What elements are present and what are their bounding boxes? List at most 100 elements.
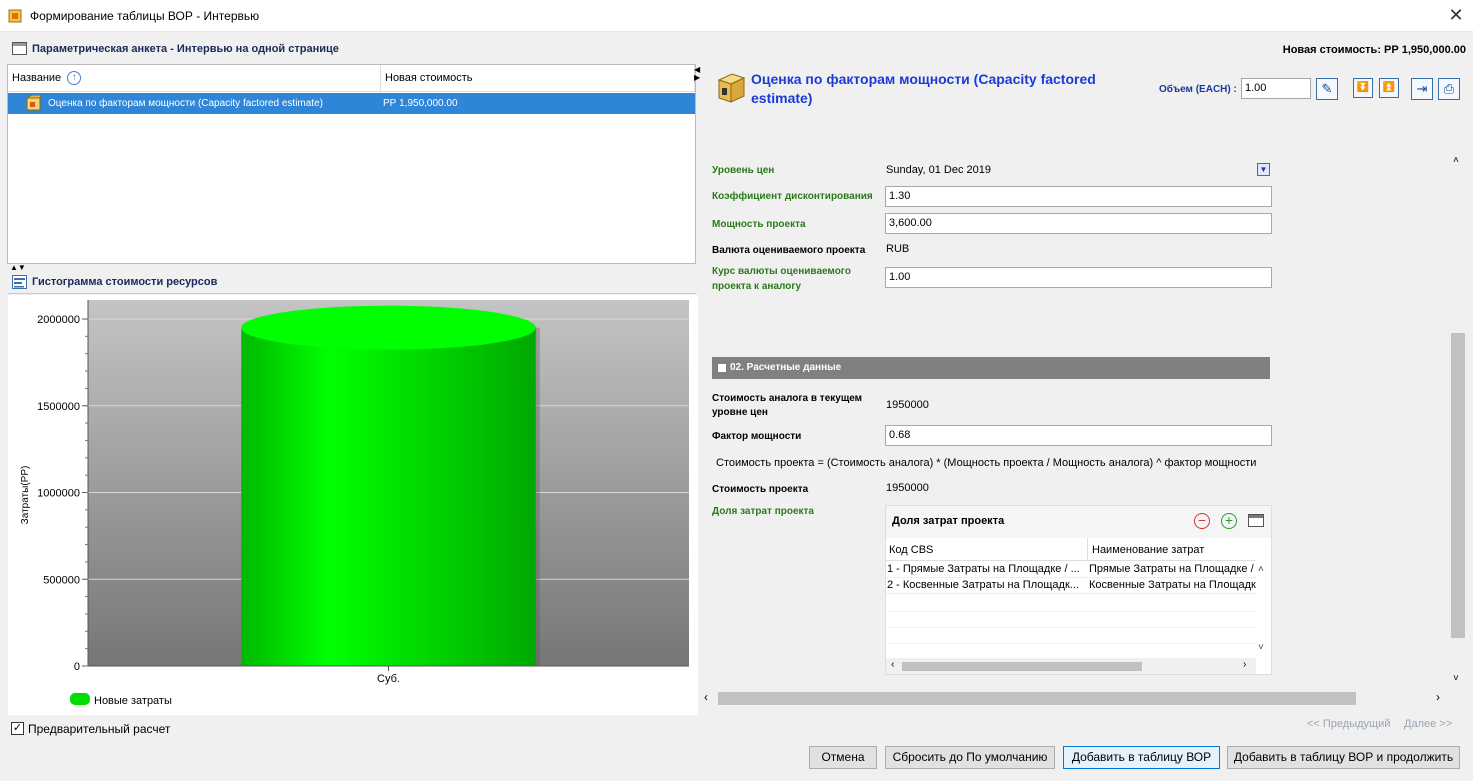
y-tick-label: 1000000 bbox=[37, 488, 80, 500]
form-icon bbox=[12, 42, 27, 55]
new-cost-total: Новая стоимость: РР 1,950,000.00 bbox=[1282, 44, 1466, 56]
grid-title: Доля затрат проекта bbox=[892, 515, 1005, 527]
cost-histogram: 0 500000 1000000 1500000 2000000 Суб. Затраты… bbox=[8, 295, 698, 715]
legend-label: Новые затраты bbox=[94, 695, 172, 707]
discount-label[interactable]: Коэффициент дисконтирования bbox=[712, 191, 873, 202]
print-icon[interactable]: ⎙ bbox=[1438, 78, 1460, 100]
questionnaire-header: Параметрическая анкета - Интервью на одн… bbox=[8, 38, 1466, 62]
add-to-bor-button[interactable]: Добавить в таблицу ВОР bbox=[1063, 746, 1220, 769]
histogram-chart: 0 500000 1000000 1500000 2000000 Суб. Затраты… bbox=[20, 300, 689, 707]
grid-col-name[interactable]: Наименование затрат bbox=[1092, 544, 1204, 556]
y-tick-label: 500000 bbox=[43, 574, 80, 586]
bar-cylinder bbox=[241, 305, 540, 666]
scroll-up-icon[interactable]: ˄ bbox=[1453, 155, 1459, 166]
rate-input[interactable]: 1.00 bbox=[885, 267, 1272, 288]
remove-row-icon[interactable]: − bbox=[1194, 513, 1210, 529]
cost-share-grid: Доля затрат проекта − + Код CBS Наименов… bbox=[885, 505, 1272, 675]
price-level-label[interactable]: Уровень цен bbox=[712, 165, 774, 176]
grid-hscrollbar[interactable]: ‹ › bbox=[886, 658, 1256, 674]
column-header-cost[interactable]: Новая стоимость bbox=[381, 65, 695, 92]
grid-scroll-right-icon[interactable]: › bbox=[1243, 659, 1246, 670]
grid-cell-cbs: 1 - Прямые Затраты на Площадке / ... bbox=[887, 563, 1080, 575]
y-tick-label: 2000000 bbox=[37, 314, 80, 326]
grid-scroll-up-icon[interactable]: ˄ bbox=[1258, 564, 1264, 575]
bar-top bbox=[241, 305, 536, 350]
reset-default-button[interactable]: Сбросить до По умолчанию bbox=[885, 746, 1055, 769]
item-title-line2: estimate) bbox=[751, 90, 813, 106]
project-cost-value: 1950000 bbox=[886, 482, 929, 494]
column-header-name[interactable]: Название ↑ bbox=[8, 65, 381, 92]
preliminary-checkbox[interactable]: ✓ bbox=[11, 722, 24, 735]
collapse-up-icon[interactable]: ⏫ bbox=[1379, 78, 1399, 98]
legend-swatch bbox=[70, 693, 90, 705]
sort-ascending-icon[interactable]: ↑ bbox=[67, 71, 82, 86]
tree-row-cost: РР 1,950,000.00 bbox=[383, 98, 458, 109]
collapse-arrows-icon[interactable]: ▲▼ bbox=[10, 263, 26, 272]
prev-link[interactable]: << Предыдущий bbox=[1307, 718, 1390, 730]
grid-header-row: Код CBS Наименование затрат bbox=[886, 538, 1256, 561]
add-row-icon[interactable]: + bbox=[1221, 513, 1237, 529]
project-cost-label: Стоимость проекта bbox=[712, 484, 809, 495]
questionnaire-title: Параметрическая анкета - Интервью на одн… bbox=[32, 43, 339, 55]
quantity-input[interactable]: 1.00 bbox=[1241, 78, 1311, 99]
x-tick-label: Суб. bbox=[377, 673, 400, 685]
date-picker-icon[interactable]: ▼ bbox=[1257, 163, 1270, 176]
capacity-input[interactable]: 3,600.00 bbox=[885, 213, 1272, 234]
next-link[interactable]: Далее >> bbox=[1404, 718, 1452, 730]
app-icon bbox=[8, 9, 22, 23]
grid-empty-area bbox=[886, 596, 1256, 656]
currency-label: Валюта оцениваемого проекта bbox=[712, 245, 866, 256]
rate-label-line1[interactable]: Курс валюты оцениваемого bbox=[712, 266, 851, 277]
collapse-minus-icon[interactable] bbox=[718, 364, 726, 372]
edit-icon[interactable]: ✎ bbox=[1316, 78, 1338, 100]
price-level-value: Sunday, 01 Dec 2019 bbox=[886, 164, 991, 176]
power-factor-input[interactable]: 0.68 bbox=[885, 425, 1272, 446]
grid-cell-cbs: 2 - Косвенные Затраты на Площадк... bbox=[887, 579, 1079, 591]
grid-scroll-left-icon[interactable]: ‹ bbox=[891, 659, 894, 670]
table-row[interactable]: 2 - Косвенные Затраты на Площадк... Косв… bbox=[886, 578, 1256, 594]
grid-cell-name: Косвенные Затраты на Площадк bbox=[1089, 579, 1256, 591]
window-restore-icon[interactable] bbox=[1248, 514, 1264, 527]
grid-scroll-down-icon[interactable]: ˅ bbox=[1258, 642, 1264, 653]
power-factor-label: Фактор мощности bbox=[712, 431, 802, 442]
bar-body bbox=[241, 327, 536, 666]
quantity-label: Объем (EACH) : bbox=[1159, 84, 1237, 95]
splitter-arrows-icon[interactable]: ◀ ▶ bbox=[694, 66, 700, 82]
chart-section-title: Гистограмма стоимости ресурсов bbox=[32, 276, 218, 288]
chart-icon bbox=[12, 275, 27, 289]
tree-row-name: Оценка по факторам мощности (Capacity fa… bbox=[48, 98, 323, 109]
analog-cost-value: 1950000 bbox=[886, 399, 929, 411]
window-title: Формирование таблицы ВОР - Интервью bbox=[30, 9, 260, 23]
grid-cell-name: Прямые Затраты на Площадке / bbox=[1089, 563, 1254, 575]
section-header-calculated[interactable]: 02. Расчетные данные bbox=[712, 357, 1270, 379]
estimate-box-icon bbox=[717, 73, 746, 103]
column-name-label: Название bbox=[12, 72, 62, 84]
discount-input[interactable]: 1.30 bbox=[885, 186, 1272, 207]
cancel-button[interactable]: Отмена bbox=[809, 746, 877, 769]
panel-vscrollbar[interactable]: ˄ ˅ bbox=[1450, 153, 1466, 688]
table-row[interactable]: 1 - Прямые Затраты на Площадке / ... Пря… bbox=[886, 562, 1256, 578]
expand-down-icon[interactable]: ⏬ bbox=[1353, 78, 1373, 98]
hscroll-thumb[interactable] bbox=[718, 692, 1356, 705]
vscroll-thumb[interactable] bbox=[1451, 333, 1465, 638]
scroll-down-icon[interactable]: ˅ bbox=[1453, 673, 1459, 684]
rate-label-line2[interactable]: проекта к аналогу bbox=[712, 281, 801, 292]
capacity-label[interactable]: Мощность проекта bbox=[712, 219, 806, 230]
item-header: Оценка по факторам мощности (Capacity fa… bbox=[710, 66, 1465, 146]
tree-row-selected[interactable]: Оценка по факторам мощности (Capacity fa… bbox=[8, 93, 695, 114]
grid-hscroll-thumb[interactable] bbox=[902, 662, 1142, 671]
close-icon[interactable]: ✕ bbox=[1446, 5, 1466, 25]
export-icon[interactable]: ⇥ bbox=[1411, 78, 1433, 100]
items-tree: Название ↑ Новая стоимость Оценка по фак… bbox=[7, 64, 696, 264]
analog-cost-label-line2: уровне цен bbox=[712, 407, 768, 418]
analog-cost-label-line1: Стоимость аналога в текущем bbox=[712, 393, 863, 404]
scroll-right-icon[interactable]: › bbox=[1436, 690, 1440, 704]
y-tick-label: 1500000 bbox=[37, 401, 80, 413]
scroll-left-icon[interactable]: ‹ bbox=[704, 690, 708, 704]
grid-col-cbs[interactable]: Код CBS bbox=[889, 544, 933, 556]
grid-toolbar: Доля затрат проекта − + bbox=[886, 506, 1271, 538]
add-and-continue-button[interactable]: Добавить в таблицу ВОР и продолжить bbox=[1227, 746, 1460, 769]
panel-hscrollbar[interactable]: ‹ › bbox=[700, 689, 1466, 707]
item-title-line1: Оценка по факторам мощности (Capacity fa… bbox=[751, 71, 1096, 87]
cost-share-label[interactable]: Доля затрат проекта bbox=[712, 506, 814, 517]
